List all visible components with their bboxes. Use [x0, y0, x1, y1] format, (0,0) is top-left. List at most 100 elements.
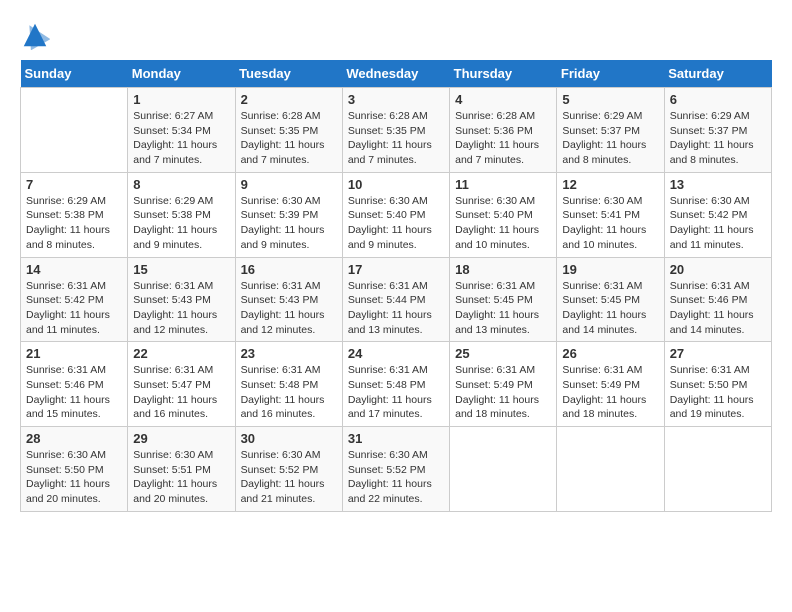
weekday-header: Thursday: [450, 60, 557, 88]
calendar-cell: 2 Sunrise: 6:28 AM Sunset: 5:35 PM Daylig…: [235, 88, 342, 173]
day-number: 22: [133, 346, 229, 361]
day-number: 23: [241, 346, 337, 361]
weekday-header: Friday: [557, 60, 664, 88]
calendar-cell: 3 Sunrise: 6:28 AM Sunset: 5:35 PM Daylig…: [342, 88, 449, 173]
day-number: 18: [455, 262, 551, 277]
calendar-week-row: 14 Sunrise: 6:31 AM Sunset: 5:42 PM Dayli…: [21, 257, 772, 342]
calendar-cell: 14 Sunrise: 6:31 AM Sunset: 5:42 PM Dayli…: [21, 257, 128, 342]
day-info: Sunrise: 6:30 AM Sunset: 5:42 PM Dayligh…: [670, 194, 766, 253]
day-number: 21: [26, 346, 122, 361]
day-number: 15: [133, 262, 229, 277]
logo: [20, 20, 56, 50]
calendar-cell: 10 Sunrise: 6:30 AM Sunset: 5:40 PM Dayli…: [342, 172, 449, 257]
calendar-cell: 24 Sunrise: 6:31 AM Sunset: 5:48 PM Dayli…: [342, 342, 449, 427]
day-number: 24: [348, 346, 444, 361]
day-info: Sunrise: 6:31 AM Sunset: 5:44 PM Dayligh…: [348, 279, 444, 338]
calendar-cell: 15 Sunrise: 6:31 AM Sunset: 5:43 PM Dayli…: [128, 257, 235, 342]
day-number: 1: [133, 92, 229, 107]
day-info: Sunrise: 6:31 AM Sunset: 5:48 PM Dayligh…: [241, 363, 337, 422]
calendar-week-row: 7 Sunrise: 6:29 AM Sunset: 5:38 PM Daylig…: [21, 172, 772, 257]
day-number: 5: [562, 92, 658, 107]
day-number: 2: [241, 92, 337, 107]
day-number: 30: [241, 431, 337, 446]
day-info: Sunrise: 6:30 AM Sunset: 5:40 PM Dayligh…: [348, 194, 444, 253]
day-number: 27: [670, 346, 766, 361]
calendar-cell: 5Sunrise: 6:29 AM Sunset: 5:37 PM Daylig…: [557, 88, 664, 173]
day-info: Sunrise: 6:31 AM Sunset: 5:43 PM Dayligh…: [133, 279, 229, 338]
page-header: [20, 20, 772, 50]
calendar-cell: 8 Sunrise: 6:29 AM Sunset: 5:38 PM Daylig…: [128, 172, 235, 257]
day-info: Sunrise: 6:29 AM Sunset: 5:37 PM Dayligh…: [670, 109, 766, 168]
day-info: Sunrise: 6:31 AM Sunset: 5:45 PM Dayligh…: [562, 279, 658, 338]
calendar-cell: 26 Sunrise: 6:31 AM Sunset: 5:49 PM Dayli…: [557, 342, 664, 427]
day-info: Sunrise: 6:30 AM Sunset: 5:52 PM Dayligh…: [241, 448, 337, 507]
day-info: Sunrise: 6:28 AM Sunset: 5:36 PM Dayligh…: [455, 109, 551, 168]
day-info: Sunrise: 6:30 AM Sunset: 5:52 PM Dayligh…: [348, 448, 444, 507]
calendar-cell: 9Sunrise: 6:30 AM Sunset: 5:39 PM Daylig…: [235, 172, 342, 257]
calendar-cell: 21Sunrise: 6:31 AM Sunset: 5:46 PM Dayli…: [21, 342, 128, 427]
day-info: Sunrise: 6:30 AM Sunset: 5:50 PM Dayligh…: [26, 448, 122, 507]
day-number: 8: [133, 177, 229, 192]
weekday-header: Monday: [128, 60, 235, 88]
day-number: 4: [455, 92, 551, 107]
day-info: Sunrise: 6:31 AM Sunset: 5:42 PM Dayligh…: [26, 279, 122, 338]
calendar-cell: 28 Sunrise: 6:30 AM Sunset: 5:50 PM Dayli…: [21, 427, 128, 512]
calendar-cell: 16 Sunrise: 6:31 AM Sunset: 5:43 PM Dayli…: [235, 257, 342, 342]
calendar-table: SundayMondayTuesdayWednesdayThursdayFrid…: [20, 60, 772, 512]
calendar-cell: 30 Sunrise: 6:30 AM Sunset: 5:52 PM Dayli…: [235, 427, 342, 512]
calendar-header: SundayMondayTuesdayWednesdayThursdayFrid…: [21, 60, 772, 88]
calendar-week-row: 28 Sunrise: 6:30 AM Sunset: 5:50 PM Dayli…: [21, 427, 772, 512]
day-info: Sunrise: 6:29 AM Sunset: 5:38 PM Dayligh…: [133, 194, 229, 253]
day-info: Sunrise: 6:29 AM Sunset: 5:38 PM Dayligh…: [26, 194, 122, 253]
calendar-cell: 13 Sunrise: 6:30 AM Sunset: 5:42 PM Dayli…: [664, 172, 771, 257]
day-info: Sunrise: 6:30 AM Sunset: 5:41 PM Dayligh…: [562, 194, 658, 253]
day-number: 17: [348, 262, 444, 277]
calendar-cell: 1 Sunrise: 6:27 AM Sunset: 5:34 PM Daylig…: [128, 88, 235, 173]
calendar-cell: 20Sunrise: 6:31 AM Sunset: 5:46 PM Dayli…: [664, 257, 771, 342]
day-number: 29: [133, 431, 229, 446]
day-number: 26: [562, 346, 658, 361]
calendar-cell: 17 Sunrise: 6:31 AM Sunset: 5:44 PM Dayli…: [342, 257, 449, 342]
day-number: 14: [26, 262, 122, 277]
calendar-cell: [21, 88, 128, 173]
day-info: Sunrise: 6:30 AM Sunset: 5:51 PM Dayligh…: [133, 448, 229, 507]
day-number: 13: [670, 177, 766, 192]
day-number: 20: [670, 262, 766, 277]
day-number: 28: [26, 431, 122, 446]
calendar-cell: [557, 427, 664, 512]
day-number: 31: [348, 431, 444, 446]
day-number: 10: [348, 177, 444, 192]
weekday-header: Saturday: [664, 60, 771, 88]
calendar-cell: 23 Sunrise: 6:31 AM Sunset: 5:48 PM Dayli…: [235, 342, 342, 427]
day-number: 16: [241, 262, 337, 277]
day-number: 12: [562, 177, 658, 192]
calendar-cell: 25Sunrise: 6:31 AM Sunset: 5:49 PM Dayli…: [450, 342, 557, 427]
calendar-cell: 27 Sunrise: 6:31 AM Sunset: 5:50 PM Dayli…: [664, 342, 771, 427]
calendar-cell: 19 Sunrise: 6:31 AM Sunset: 5:45 PM Dayli…: [557, 257, 664, 342]
day-info: Sunrise: 6:28 AM Sunset: 5:35 PM Dayligh…: [241, 109, 337, 168]
day-info: Sunrise: 6:30 AM Sunset: 5:40 PM Dayligh…: [455, 194, 551, 253]
day-info: Sunrise: 6:31 AM Sunset: 5:43 PM Dayligh…: [241, 279, 337, 338]
day-info: Sunrise: 6:31 AM Sunset: 5:49 PM Dayligh…: [455, 363, 551, 422]
day-info: Sunrise: 6:31 AM Sunset: 5:47 PM Dayligh…: [133, 363, 229, 422]
calendar-week-row: 1 Sunrise: 6:27 AM Sunset: 5:34 PM Daylig…: [21, 88, 772, 173]
day-number: 11: [455, 177, 551, 192]
calendar-cell: [450, 427, 557, 512]
day-number: 19: [562, 262, 658, 277]
day-info: Sunrise: 6:28 AM Sunset: 5:35 PM Dayligh…: [348, 109, 444, 168]
day-info: Sunrise: 6:31 AM Sunset: 5:45 PM Dayligh…: [455, 279, 551, 338]
calendar-cell: 6 Sunrise: 6:29 AM Sunset: 5:37 PM Daylig…: [664, 88, 771, 173]
weekday-header: Wednesday: [342, 60, 449, 88]
day-info: Sunrise: 6:30 AM Sunset: 5:39 PM Dayligh…: [241, 194, 337, 253]
day-info: Sunrise: 6:27 AM Sunset: 5:34 PM Dayligh…: [133, 109, 229, 168]
day-info: Sunrise: 6:31 AM Sunset: 5:49 PM Dayligh…: [562, 363, 658, 422]
day-number: 3: [348, 92, 444, 107]
day-number: 6: [670, 92, 766, 107]
calendar-cell: 12 Sunrise: 6:30 AM Sunset: 5:41 PM Dayli…: [557, 172, 664, 257]
logo-icon: [20, 20, 50, 50]
day-number: 7: [26, 177, 122, 192]
day-info: Sunrise: 6:31 AM Sunset: 5:48 PM Dayligh…: [348, 363, 444, 422]
calendar-cell: 31 Sunrise: 6:30 AM Sunset: 5:52 PM Dayli…: [342, 427, 449, 512]
day-info: Sunrise: 6:31 AM Sunset: 5:50 PM Dayligh…: [670, 363, 766, 422]
calendar-cell: 7 Sunrise: 6:29 AM Sunset: 5:38 PM Daylig…: [21, 172, 128, 257]
